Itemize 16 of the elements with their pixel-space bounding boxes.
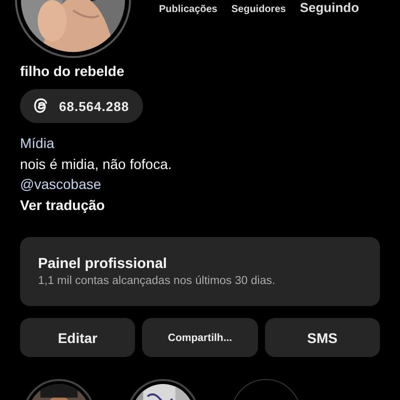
category-label: Mídia <box>20 134 56 153</box>
dashboard-card[interactable]: Painel profissional 1,1 mil contas alcançadas nos últimos 30 dias. <box>20 237 380 306</box>
profile-button[interactable]: Editar <box>20 318 136 357</box>
profile-button[interactable]: Compartilh... <box>142 318 258 357</box>
mention-link[interactable]: @vascobase <box>20 174 380 194</box>
threads-badge[interactable]: 68.564.288 <box>20 89 144 123</box>
dashboard-title: Painel profissional <box>38 256 168 272</box>
translate-link[interactable]: Ver tradução <box>20 194 380 215</box>
stat-label[interactable]: Publicações <box>159 4 218 15</box>
profile-button[interactable]: SMS <box>264 318 380 357</box>
dashboard-subtitle: 1,1 mil contas alcançadas nos últimos 30 dias. <box>38 275 276 287</box>
bio-text: nois é midia, não fofoca. <box>20 154 173 174</box>
threads-icon <box>32 97 50 115</box>
profile-name: filho do rebelde <box>20 63 126 81</box>
stat-label[interactable]: Seguindo <box>300 0 360 15</box>
stat-label[interactable]: Seguidores <box>231 4 286 15</box>
